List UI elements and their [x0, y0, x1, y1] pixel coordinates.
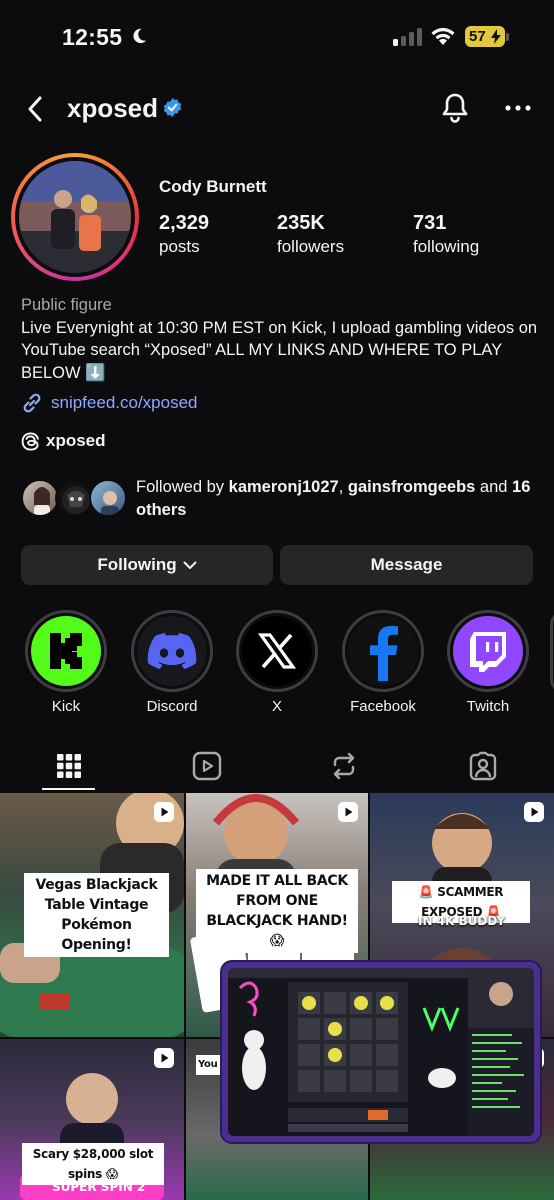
battery-cap — [506, 33, 509, 41]
facebook-icon — [348, 616, 418, 686]
mutual-follower-2: gainsfromgeebs — [347, 478, 476, 496]
profile-username: xposed — [67, 93, 159, 123]
highlight-label: Facebook — [350, 698, 416, 715]
chevron-down-icon — [183, 561, 197, 569]
message-button[interactable]: Message — [280, 545, 533, 585]
stat-value: 2,329 — [159, 212, 210, 234]
follower-avatar — [21, 479, 59, 517]
picture-in-picture-player[interactable] — [222, 962, 540, 1142]
moon-icon — [133, 28, 147, 44]
mutual-follower-1: kameronj1027 — [228, 478, 339, 496]
threads-icon — [21, 431, 39, 451]
follower-avatar — [55, 479, 93, 517]
highlight-x[interactable]: X — [235, 610, 319, 715]
post-subcaption: SUPER SPIN 2 — [52, 1180, 146, 1194]
bio-text: Live Everynight at 10:30 PM EST on Kick,… — [21, 318, 538, 382]
tab-grid[interactable] — [39, 744, 99, 788]
post-subcaption: IN 4K BUDDY — [418, 914, 506, 928]
message-label: Message — [370, 555, 443, 574]
tagged-person-icon — [469, 751, 497, 781]
profile-link[interactable]: snipfeed.co/xposed — [21, 392, 198, 414]
tab-tagged[interactable] — [453, 744, 513, 788]
stat-label: posts — [159, 237, 200, 256]
repost-icon — [333, 752, 355, 780]
followed-separator: , — [338, 478, 348, 496]
highlight-discord[interactable]: Discord — [130, 610, 214, 715]
link-text: snipfeed.co/xposed — [51, 393, 198, 412]
display-name: Cody Burnett — [159, 177, 267, 196]
followed-by[interactable]: Followed by kameronj1027, gainsfromgeebs… — [21, 476, 541, 524]
stat-value: 731 — [413, 212, 447, 234]
battery-level: 57 — [469, 28, 486, 45]
following-label: Following — [97, 555, 177, 574]
reel-icon — [524, 802, 544, 822]
post-thumbnail[interactable]: Scary $28,000 slot spins 😱 SUPER SPIN 2 — [0, 1039, 184, 1200]
profile-category: Public figure — [21, 296, 112, 314]
verified-badge-icon — [163, 98, 182, 117]
follower-avatar — [89, 479, 127, 517]
profile-avatar[interactable] — [11, 153, 139, 281]
reels-icon — [192, 751, 222, 781]
active-tab-indicator — [42, 788, 95, 790]
wifi-icon — [431, 27, 455, 45]
followers-count[interactable]: 235K followers — [277, 212, 344, 257]
stat-value: 235K — [277, 212, 325, 234]
following-count[interactable]: 731 following — [413, 212, 479, 257]
avatar-photo — [19, 161, 131, 273]
followed-prefix: Followed by — [136, 478, 229, 496]
reel-icon — [338, 802, 358, 822]
back-arrow-icon[interactable] — [24, 94, 46, 124]
tab-reposts[interactable] — [314, 744, 374, 788]
notification-bell-icon[interactable] — [440, 92, 470, 124]
status-time: 12:55 — [62, 24, 123, 50]
threads-badge[interactable]: xposed — [21, 431, 106, 451]
highlight-label: Twitch — [466, 698, 510, 715]
highlight-kick[interactable]: Kick — [24, 610, 108, 715]
x-icon — [242, 616, 312, 686]
profile-bio: Public figure Live Everynight at 10:30 P… — [21, 294, 541, 384]
status-bar: 12:55 57 — [0, 0, 554, 76]
kick-icon — [31, 616, 101, 686]
discord-icon — [137, 616, 207, 686]
posts-count[interactable]: 2,329 posts — [159, 212, 209, 257]
link-icon — [23, 393, 41, 413]
post-caption: Scary $28,000 slot spins 😱 — [22, 1143, 164, 1185]
stream-video — [228, 968, 534, 1136]
highlight-label: Discord — [146, 698, 198, 715]
highlight-label: Kick — [51, 698, 81, 715]
twitch-icon — [453, 616, 523, 686]
charging-bolt-icon — [491, 29, 501, 44]
profile-tabs — [0, 744, 554, 792]
battery-indicator: 57 — [465, 26, 505, 47]
reel-icon — [154, 1048, 174, 1068]
profile-header: xposed — [0, 84, 554, 134]
threads-handle: xposed — [46, 431, 106, 450]
highlight-facebook[interactable]: Facebook — [341, 610, 425, 715]
post-thumbnail[interactable]: Vegas Blackjack Table Vintage Pokémon Op… — [0, 793, 184, 1037]
tab-reels[interactable] — [177, 744, 237, 788]
followed-by-text: Followed by kameronj1027, gainsfromgeebs… — [136, 476, 546, 521]
following-button[interactable]: Following — [21, 545, 273, 585]
highlight-partial[interactable] — [550, 612, 554, 692]
followed-and: and — [475, 478, 513, 496]
highlight-twitch[interactable]: Twitch — [446, 610, 530, 715]
post-caption: MADE IT ALL BACK FROM ONE BLACKJACK HAND… — [196, 869, 358, 953]
more-options-icon[interactable] — [504, 104, 532, 112]
highlight-label: X — [271, 698, 282, 715]
grid-icon — [57, 754, 81, 778]
stat-label: following — [413, 237, 480, 256]
post-caption: Vegas Blackjack Table Vintage Pokémon Op… — [24, 873, 169, 957]
stat-label: followers — [277, 237, 345, 256]
reel-icon — [154, 802, 174, 822]
signal-icon — [393, 28, 422, 46]
